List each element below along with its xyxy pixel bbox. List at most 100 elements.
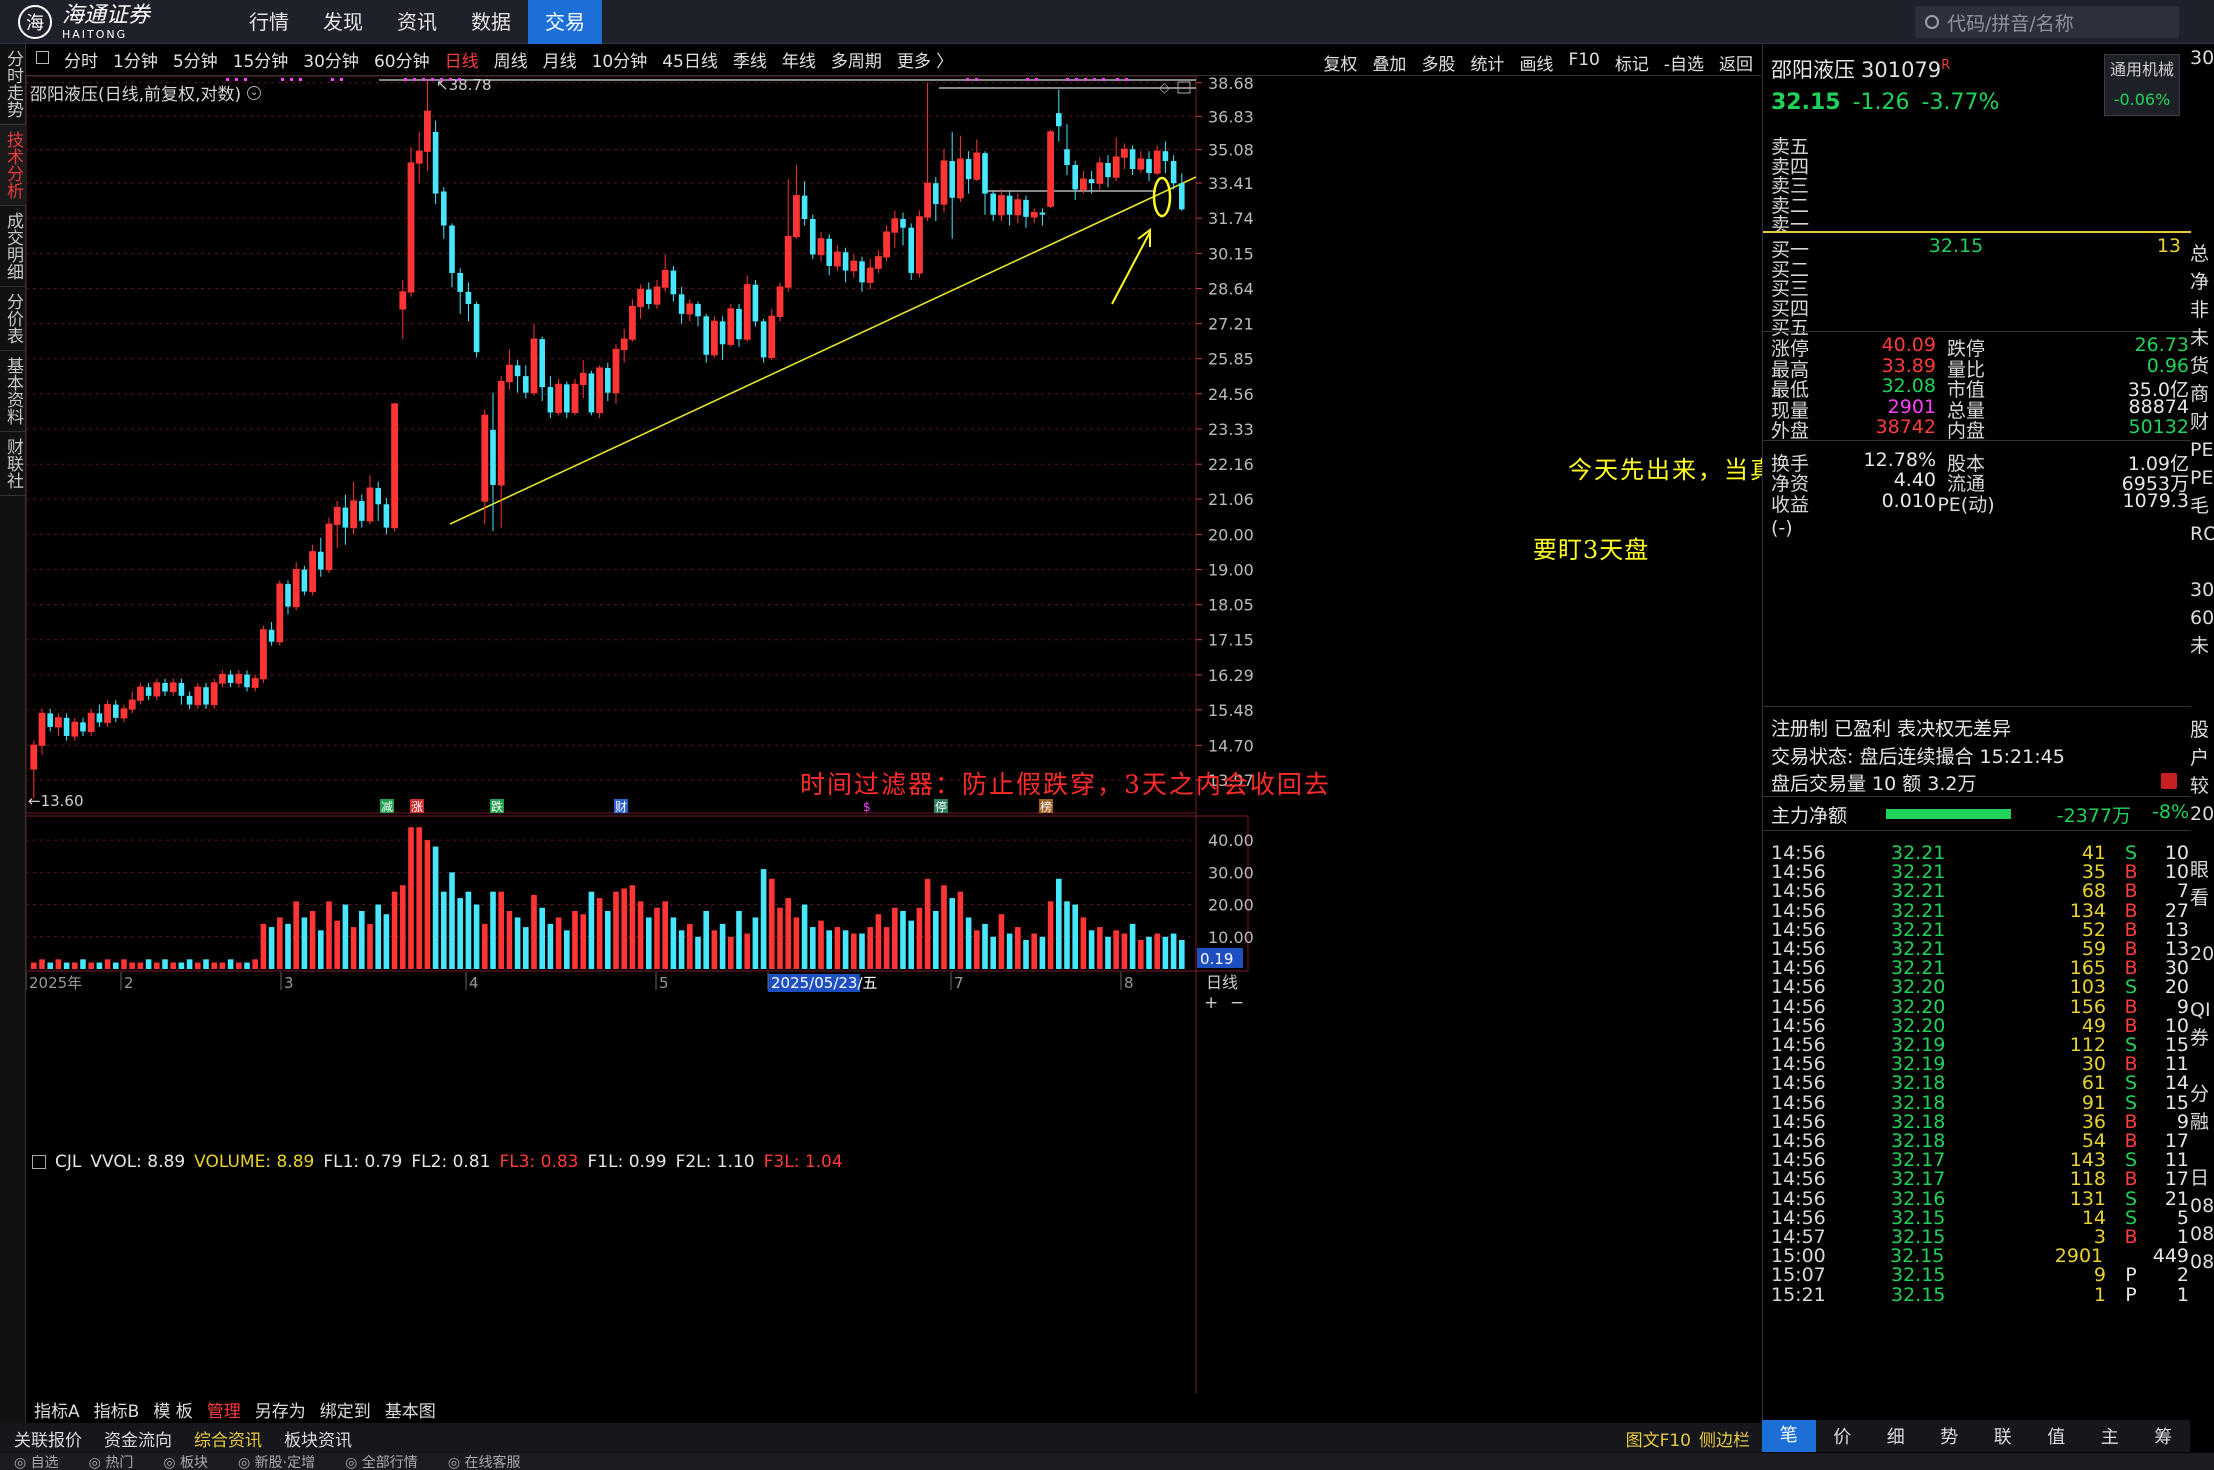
quote-tab-4[interactable]: 联 bbox=[1976, 1423, 2030, 1449]
candle bbox=[1105, 155, 1111, 188]
period-6[interactable]: 日线 bbox=[445, 47, 479, 72]
bid-qty bbox=[2031, 255, 2181, 275]
ask-row[interactable]: 卖三 bbox=[1771, 171, 2181, 197]
volume-bar bbox=[572, 911, 578, 969]
side-tab-0[interactable]: 分时走势 bbox=[0, 44, 26, 125]
period-11[interactable]: 季线 bbox=[733, 47, 767, 72]
search-placeholder[interactable]: 代码/拼音/名称 bbox=[1947, 9, 2074, 36]
tool-4[interactable]: 画线 bbox=[1519, 50, 1553, 75]
period-13[interactable]: 多周期 bbox=[831, 47, 882, 72]
info-tab-0[interactable]: 关联报价 bbox=[14, 1426, 82, 1451]
date-label-0: 2025年 bbox=[26, 972, 82, 992]
side-tab-4[interactable]: 基本资料 bbox=[0, 351, 26, 432]
candle bbox=[55, 713, 62, 737]
vol-name: CJL bbox=[55, 1152, 82, 1172]
ask-row[interactable]: 卖四 bbox=[1771, 152, 2181, 178]
candle bbox=[973, 139, 981, 182]
brand-name: 海通证券 bbox=[62, 2, 151, 28]
info-tab-right-1[interactable]: 侧边栏 bbox=[1699, 1426, 1750, 1451]
period-8[interactable]: 月线 bbox=[543, 47, 577, 72]
tool-8[interactable]: 返回 bbox=[1719, 50, 1753, 75]
status-item-0[interactable]: ◎ 自选 bbox=[14, 1453, 59, 1470]
brand-logo[interactable]: 海 海通证券 HAITONG bbox=[18, 2, 151, 40]
period-2[interactable]: 5分钟 bbox=[173, 47, 218, 72]
sector-pct: -0.06% bbox=[2113, 90, 2171, 109]
tool-0[interactable]: 复权 bbox=[1323, 50, 1357, 75]
tool-3[interactable]: 统计 bbox=[1470, 50, 1504, 75]
quote-tab-2[interactable]: 细 bbox=[1869, 1423, 1923, 1449]
ask-row[interactable]: 卖五 bbox=[1771, 132, 2181, 158]
tool-7[interactable]: -自选 bbox=[1664, 50, 1704, 75]
layout-icon[interactable] bbox=[36, 51, 49, 64]
nav-item-4[interactable]: 交易 bbox=[528, 0, 602, 44]
volume-bar bbox=[104, 959, 111, 969]
ask-row[interactable]: 卖二 bbox=[1771, 191, 2181, 217]
bid-row[interactable]: 买一 32.15 13 bbox=[1771, 235, 2181, 261]
nav-item-3[interactable]: 数据 bbox=[454, 0, 528, 44]
quote-tab-1[interactable]: 价 bbox=[1816, 1423, 1870, 1449]
ask-row[interactable]: 卖一 bbox=[1771, 210, 2181, 236]
quote-tab-0[interactable]: 笔 bbox=[1762, 1420, 1816, 1452]
tool-1[interactable]: 叠加 bbox=[1372, 50, 1406, 75]
sector-tag[interactable]: 通用机械 -0.06% bbox=[2104, 54, 2180, 116]
kline-chart[interactable]: ↖38.78 ←13.60 ◇ 减 涨 跌 财 $ 停 榜 38.68 36.83 35.08 33.… bbox=[26, 76, 1762, 1395]
period-7[interactable]: 周线 bbox=[494, 47, 528, 72]
volume-tick: 10.00 bbox=[1208, 928, 1254, 947]
indicator-tab-4[interactable]: 另存为 bbox=[255, 1397, 306, 1422]
indicator-tab-3[interactable]: 管理 bbox=[207, 1397, 241, 1422]
period-10[interactable]: 45日线 bbox=[662, 47, 718, 72]
quote-tab-6[interactable]: 主 bbox=[2083, 1423, 2137, 1449]
period-1[interactable]: 1分钟 bbox=[113, 47, 158, 72]
side-tab-3[interactable]: 分价表 bbox=[0, 287, 26, 351]
period-3[interactable]: 15分钟 bbox=[233, 47, 289, 72]
tool-2[interactable]: 多股 bbox=[1421, 50, 1455, 75]
period-12[interactable]: 年线 bbox=[782, 47, 816, 72]
candle bbox=[318, 537, 324, 577]
period-5[interactable]: 60分钟 bbox=[374, 47, 430, 72]
side-tab-2[interactable]: 成交明细 bbox=[0, 206, 26, 287]
info-tab-2[interactable]: 综合资讯 bbox=[194, 1426, 262, 1451]
quote-tab-5[interactable]: 值 bbox=[2030, 1423, 2084, 1449]
status-item-3[interactable]: ◎ 新股·定增 bbox=[238, 1453, 315, 1470]
indicator-tab-1[interactable]: 指标B bbox=[94, 1397, 140, 1422]
side-tab-1[interactable]: 技术分析 bbox=[0, 125, 26, 206]
quote-tab-3[interactable]: 势 bbox=[1923, 1423, 1977, 1449]
after-hours-icon[interactable] bbox=[2161, 773, 2177, 789]
candle bbox=[210, 678, 218, 709]
nav-item-0[interactable]: 行情 bbox=[232, 0, 306, 44]
tool-5[interactable]: F10 bbox=[1568, 50, 1599, 75]
bid-row[interactable]: 买三 bbox=[1771, 274, 2181, 300]
candle bbox=[276, 580, 284, 646]
bid-row[interactable]: 买五 bbox=[1771, 313, 2181, 339]
period-4[interactable]: 30分钟 bbox=[303, 47, 359, 72]
volume-bar bbox=[892, 907, 898, 969]
indicator-tab-0[interactable]: 指标A bbox=[34, 1397, 80, 1422]
period-9[interactable]: 10分钟 bbox=[592, 47, 648, 72]
vvol-value: VVOL: 8.89 bbox=[90, 1152, 186, 1172]
status-item-1[interactable]: ◎ 热门 bbox=[89, 1453, 134, 1470]
nav-item-1[interactable]: 发现 bbox=[306, 0, 380, 44]
nav-item-2[interactable]: 资讯 bbox=[380, 0, 454, 44]
candle bbox=[268, 621, 275, 646]
info-tab-1[interactable]: 资金流向 bbox=[104, 1426, 172, 1451]
period-0[interactable]: 分时 bbox=[64, 47, 98, 72]
bid-row[interactable]: 买二 bbox=[1771, 255, 2181, 281]
period-14[interactable]: 更多 〉 bbox=[897, 47, 953, 72]
indicator-tab-5[interactable]: 绑定到 bbox=[320, 1397, 371, 1422]
status-item-5[interactable]: ◎ 在线客服 bbox=[448, 1453, 521, 1470]
side-tab-5[interactable]: 财联社 bbox=[0, 432, 26, 496]
bid-row[interactable]: 买四 bbox=[1771, 294, 2181, 320]
info-tab-3[interactable]: 板块资讯 bbox=[284, 1426, 352, 1451]
indicator-toggle-icon[interactable] bbox=[32, 1155, 46, 1169]
tool-6[interactable]: 标记 bbox=[1615, 50, 1649, 75]
quote-tab-7[interactable]: 筹 bbox=[2137, 1423, 2191, 1449]
candle bbox=[1039, 208, 1046, 226]
status-item-2[interactable]: ◎ 板块 bbox=[163, 1453, 208, 1470]
max-price-label: ↖38.78 bbox=[436, 76, 492, 94]
indicator-tab-6[interactable]: 基本图 bbox=[385, 1397, 436, 1422]
search-box[interactable]: 代码/拼音/名称 bbox=[1915, 6, 2179, 38]
indicator-tab-2[interactable]: 模 板 bbox=[153, 1397, 192, 1422]
info-tab-right-0[interactable]: 图文F10 bbox=[1626, 1426, 1691, 1451]
volume-bar bbox=[637, 901, 644, 969]
status-item-4[interactable]: ◎ 全部行情 bbox=[345, 1453, 418, 1470]
